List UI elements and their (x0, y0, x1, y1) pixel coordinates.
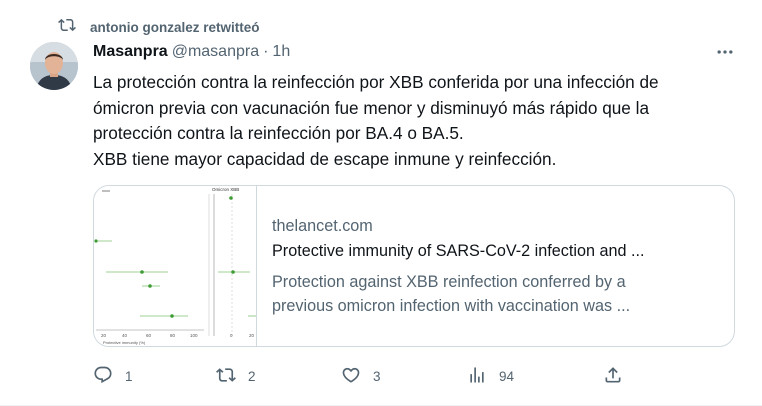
link-card-domain: thelancet.com (272, 217, 373, 235)
link-card-description: Protection against XBB reinfection confe… (272, 270, 722, 318)
reply-icon (93, 365, 113, 388)
retweet-icon (58, 16, 76, 39)
views-button[interactable]: 94 (467, 365, 514, 388)
thumb-tick: 100 (190, 333, 198, 338)
link-card-thumbnail[interactable]: Omicron XBB 20 40 60 80 100 0 20 Protect… (94, 186, 257, 346)
thumb-tick: 20 (249, 333, 255, 338)
like-count: 3 (373, 369, 381, 384)
tweet-timestamp[interactable]: 1h (272, 43, 290, 61)
share-icon (603, 365, 623, 388)
retweet-button[interactable]: 2 (216, 365, 256, 388)
forest-plot-thumbnail: Omicron XBB 20 40 60 80 100 0 20 Protect… (94, 187, 256, 345)
heart-icon (341, 365, 361, 388)
analytics-icon (467, 365, 487, 388)
more-icon (715, 42, 735, 67)
link-card[interactable]: Omicron XBB 20 40 60 80 100 0 20 Protect… (93, 185, 735, 347)
tweet[interactable]: antonio gonzalez retwitteó Masanpra @mas… (0, 0, 762, 406)
thumb-tick: 80 (170, 333, 176, 338)
reply-count: 1 (125, 369, 133, 384)
tweet-text-line: protección contra la reinfección por BA.… (93, 123, 464, 143)
tweet-text: La protección contra la reinfección por … (93, 70, 743, 172)
thumb-tick: 20 (101, 333, 107, 338)
retweet-count: 2 (248, 369, 256, 384)
thumb-tick: 40 (122, 333, 128, 338)
link-card-description-line: previous omicron infection with vaccinat… (272, 297, 631, 315)
share-button[interactable] (603, 365, 623, 388)
link-card-title: Protective immunity of SARS-CoV-2 infect… (272, 242, 645, 260)
thumb-axis-label: Protective immunity (%) (103, 340, 146, 345)
thumb-panel-title: Omicron XBB (212, 187, 239, 192)
retweet-context: antonio gonzalez retwitteó (58, 16, 260, 39)
header-separator: · (263, 43, 269, 60)
tweet-text-line: ómicron previa con vacunación fue menor … (93, 97, 650, 118)
thumb-tick: 0 (230, 333, 233, 338)
author-handle[interactable]: @masanpra (172, 43, 259, 61)
retweet-icon (216, 365, 236, 388)
tweet-text-line: XBB tiene mayor capacidad de escape inmu… (93, 148, 557, 169)
retweet-label[interactable]: antonio gonzalez retwitteó (90, 20, 260, 35)
thumb-tick: 60 (146, 333, 152, 338)
link-card-description-line: Protection against XBB reinfection confe… (272, 273, 626, 291)
tweet-actions: 1 2 3 94 (93, 365, 733, 389)
more-options-button[interactable] (713, 44, 737, 64)
tweet-text-line: La protección contra la reinfección por … (93, 72, 659, 92)
author-name[interactable]: Masanpra (93, 43, 168, 61)
avatar[interactable] (30, 42, 78, 90)
tweet-header: Masanpra @masanpra · 1h (93, 43, 290, 61)
like-button[interactable]: 3 (341, 365, 381, 388)
reply-button[interactable]: 1 (93, 365, 133, 388)
views-count: 94 (499, 369, 515, 384)
